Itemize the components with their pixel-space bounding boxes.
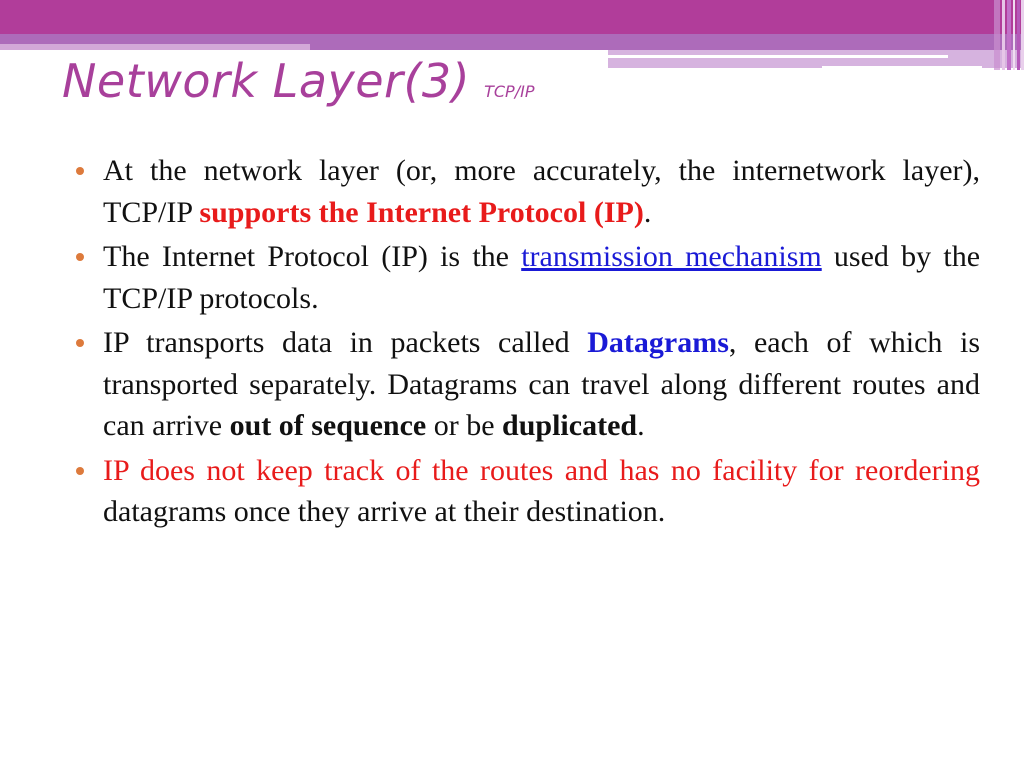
bullet-text: IP transports data in packets called	[103, 326, 588, 359]
slide-subtitle: TCP/IP	[484, 82, 535, 101]
header-accent-highlight	[608, 55, 948, 58]
bullet-list: At the network layer (or, more accuratel…	[76, 150, 980, 536]
bullet-text: datagrams once they arrive at their dest…	[103, 495, 666, 528]
bullet-text: or be	[426, 409, 503, 442]
header-accent-line-left	[0, 44, 310, 50]
bullet-item: IP transports data in packets called Dat…	[76, 322, 980, 447]
highlight-text: IP does not keep track of the routes and…	[103, 453, 980, 487]
bullet-dot-icon	[76, 253, 84, 261]
transmission-mechanism-link[interactable]: transmission mechanism	[521, 240, 822, 273]
bullet-dot-icon	[76, 339, 84, 347]
bullet-dot-icon	[76, 167, 84, 175]
bullet-text: .	[637, 409, 645, 442]
slide-title-area: Network Layer(3) TCP/IP	[62, 54, 534, 108]
slide-title: Network Layer(3)	[62, 54, 471, 108]
bullet-item: IP does not keep track of the routes and…	[76, 450, 980, 533]
bullet-text: The Internet Protocol (IP) is the	[103, 240, 522, 273]
header-accent-highlight-2	[822, 66, 982, 70]
emphasis-text: duplicated	[502, 409, 638, 442]
highlight-text: supports the Internet Protocol (IP)	[199, 195, 644, 229]
header-band-primary	[0, 0, 1024, 34]
emphasis-text: out of sequence	[229, 409, 427, 442]
bullet-text: .	[643, 195, 652, 229]
header-corner-stripes	[994, 0, 1024, 70]
bullet-dot-icon	[76, 466, 84, 475]
highlight-text: Datagrams	[587, 326, 729, 359]
bullet-item: The Internet Protocol (IP) is the transm…	[76, 236, 980, 319]
bullet-item: At the network layer (or, more accuratel…	[76, 150, 980, 233]
